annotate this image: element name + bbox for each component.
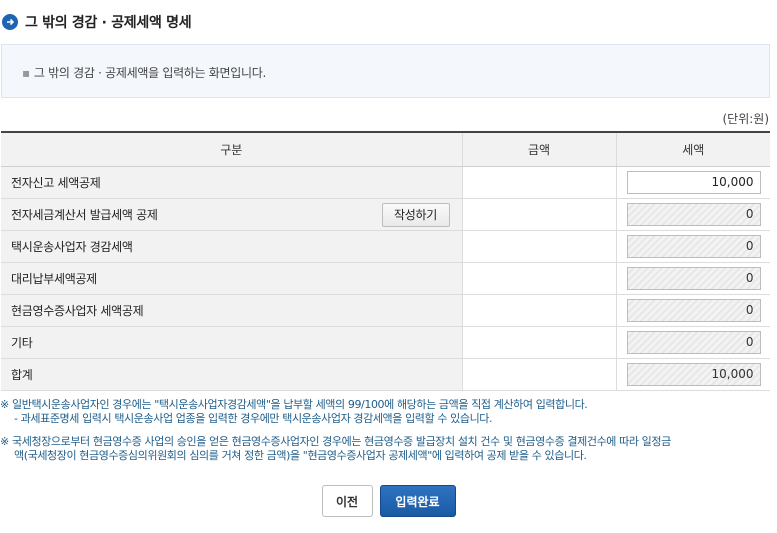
note-mark: ※ — [0, 435, 9, 448]
amount-cell — [461, 294, 616, 327]
total-tax-input — [626, 362, 761, 386]
row-label-cell: 전자세금계산서 발급세액 공제 작성하기 — [1, 198, 462, 231]
note-2-line2: 액(국세청장이 현금영수증심의위원회의 심의를 거쳐 정한 금액)을 "현금영수… — [14, 449, 587, 462]
row-label: 대리납부세액공제 — [1, 262, 462, 295]
table-row: 택시운송사업자 경감세액 — [1, 230, 770, 263]
note-mark: ※ — [0, 398, 9, 411]
row-label: 택시운송사업자 경감세액 — [1, 230, 462, 263]
unit-label: (단위:원) — [722, 112, 769, 126]
table-row: 대리납부세액공제 — [1, 262, 770, 295]
arrow-right-circle-icon — [2, 14, 18, 30]
tax-cell — [615, 326, 770, 359]
info-text-line: ▪ 그 밖의 경감 · 공제세액을 입력하는 화면입니다. — [22, 64, 266, 81]
write-button[interactable]: 작성하기 — [381, 202, 450, 227]
tax-cell — [615, 262, 770, 295]
row-label: 전자신고 세액공제 — [1, 166, 462, 199]
amount-cell — [461, 198, 616, 231]
amount-cell — [461, 358, 616, 391]
info-text: 그 밖의 경감 · 공제세액을 입력하는 화면입니다. — [33, 66, 267, 80]
note-1: ※ 일반택시운송사업자인 경우에는 "택시운송사업자경감세액"을 납부할 세액의… — [0, 398, 775, 412]
table-header-row: 구분 금액 세액 — [1, 131, 770, 167]
row-label: 기타 — [1, 326, 462, 359]
other-tax-input — [626, 330, 761, 354]
tax-cell — [615, 294, 770, 327]
row-label: 합계 — [1, 358, 462, 391]
deduction-table: 구분 금액 세액 전자신고 세액공제 전자세금계산서 발급세액 공제 작성하기 택… — [1, 131, 770, 391]
bullet-icon: ▪ — [22, 66, 30, 80]
tax-cell — [615, 358, 770, 391]
note-1-sub: - 과세표준명세 입력시 택시운송사업 업종을 입력한 경우에만 택시운송사업자… — [14, 412, 493, 425]
table-row: 합계 — [1, 358, 770, 391]
note-2: ※ 국세청장으로부터 현금영수증 사업의 승인을 얻은 현금영수증사업자인 경우… — [0, 435, 775, 449]
info-box: ▪ 그 밖의 경감 · 공제세액을 입력하는 화면입니다. — [1, 44, 770, 98]
amount-cell — [461, 326, 616, 359]
table-row: 현금영수증사업자 세액공제 — [1, 294, 770, 327]
cash-receipt-tax-input — [626, 298, 761, 322]
proxy-payment-tax-input — [626, 266, 761, 290]
notes-section: ※ 일반택시운송사업자인 경우에는 "택시운송사업자경감세액"을 납부할 세액의… — [0, 398, 775, 463]
table-row: 전자세금계산서 발급세액 공제 작성하기 — [1, 198, 770, 231]
submit-button[interactable]: 입력완료 — [379, 485, 456, 517]
table-row: 기타 — [1, 326, 770, 359]
electronic-filing-tax-input[interactable] — [626, 170, 761, 194]
e-invoice-tax-input — [626, 202, 761, 226]
page-header: 그 밖의 경감 · 공제세액 명세 — [0, 11, 192, 33]
button-row: 이전 입력완료 — [0, 485, 777, 517]
row-label: 전자세금계산서 발급세액 공제 — [11, 207, 158, 222]
amount-cell — [461, 230, 616, 263]
amount-cell — [461, 166, 616, 199]
header-tax: 세액 — [615, 131, 770, 167]
note-1-text: 일반택시운송사업자인 경우에는 "택시운송사업자경감세액"을 납부할 세액의 9… — [12, 398, 588, 411]
taxi-tax-input — [626, 234, 761, 258]
tax-cell — [615, 166, 770, 199]
table-row: 전자신고 세액공제 — [1, 166, 770, 199]
header-amount: 금액 — [461, 131, 616, 167]
prev-button[interactable]: 이전 — [321, 485, 373, 517]
header-category: 구분 — [1, 131, 462, 167]
amount-cell — [461, 262, 616, 295]
row-label: 현금영수증사업자 세액공제 — [1, 294, 462, 327]
tax-cell — [615, 230, 770, 263]
tax-cell — [615, 198, 770, 231]
page-title: 그 밖의 경감 · 공제세액 명세 — [25, 15, 192, 31]
note-2-line1: 국세청장으로부터 현금영수증 사업의 승인을 얻은 현금영수증사업자인 경우에는… — [12, 435, 671, 448]
